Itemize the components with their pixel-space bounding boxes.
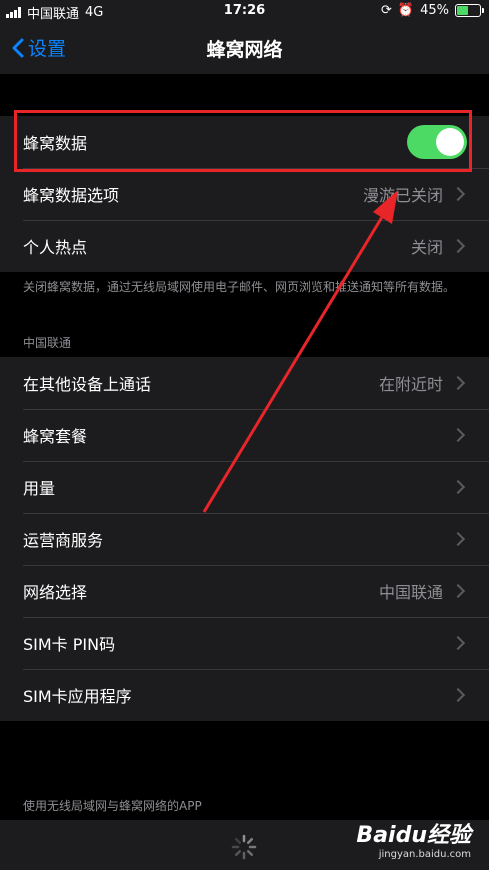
hotspot-status: 关闭 bbox=[410, 238, 443, 257]
battery-icon bbox=[455, 4, 484, 17]
cellular-group: 蜂窝数据 蜂窝数据选项 漫游已关闭 个人热点 关闭 bbox=[0, 116, 489, 272]
status-bar: 中国联通 4G 17:26 ⟳ ⏰ 45% bbox=[0, 0, 489, 22]
toggle-knob bbox=[436, 128, 464, 156]
row-label: 运营商服务 bbox=[23, 531, 104, 550]
watermark-url: jingyan.baidu.com bbox=[378, 849, 471, 860]
baidu-watermark: Baidu经验 jingyan.baidu.com bbox=[356, 817, 471, 860]
carrier-group: 在其他设备上通话 在附近时 蜂窝套餐 用量 运营商服务 网络选择 中国联通 SI… bbox=[0, 357, 489, 721]
chevron-right-icon bbox=[450, 687, 466, 703]
cellular-plan-row[interactable]: 蜂窝套餐 bbox=[0, 409, 489, 461]
orientation-lock-icon: ⟳ bbox=[381, 3, 392, 18]
chevron-right-icon bbox=[450, 375, 466, 391]
row-value: 中国联通 bbox=[378, 583, 443, 602]
chevron-right-icon bbox=[450, 427, 466, 443]
sim-applications-row[interactable]: SIM卡应用程序 bbox=[0, 669, 489, 721]
roaming-status: 漫游已关闭 bbox=[362, 186, 443, 205]
cellular-data-toggle[interactable] bbox=[407, 125, 467, 159]
row-label: 在其他设备上通话 bbox=[23, 375, 152, 394]
watermark-brand: Baidu经验 bbox=[356, 823, 471, 848]
chevron-right-icon bbox=[450, 238, 466, 254]
loading-spinner-icon bbox=[231, 834, 257, 860]
chevron-right-icon bbox=[450, 531, 466, 547]
usage-row[interactable]: 用量 bbox=[0, 461, 489, 513]
cellular-data-row: 蜂窝数据 bbox=[0, 116, 489, 168]
row-label: 蜂窝套餐 bbox=[23, 427, 88, 446]
network-selection-row[interactable]: 网络选择 中国联通 bbox=[0, 565, 489, 617]
page-title: 蜂窝网络 bbox=[206, 39, 283, 61]
row-label: 网络选择 bbox=[23, 583, 88, 602]
nav-bar: 设置 蜂窝网络 bbox=[0, 22, 489, 74]
status-right: ⟳ ⏰ 45% bbox=[381, 3, 484, 18]
carrier-services-row[interactable]: 运营商服务 bbox=[0, 513, 489, 565]
chevron-right-icon bbox=[450, 583, 466, 599]
cellular-data-options-label: 蜂窝数据选项 bbox=[23, 186, 120, 205]
row-label: SIM卡 PIN码 bbox=[23, 635, 116, 654]
cellular-data-footer: 关闭蜂窝数据，通过无线局域网使用电子邮件、网页浏览和推送通知等所有数据。 bbox=[23, 280, 456, 294]
chevron-right-icon bbox=[450, 635, 466, 651]
chevron-right-icon bbox=[450, 479, 466, 495]
battery-percent: 45% bbox=[420, 3, 449, 18]
row-label: SIM卡应用程序 bbox=[23, 687, 132, 706]
row-value: 在附近时 bbox=[378, 375, 443, 394]
calls-other-devices-row[interactable]: 在其他设备上通话 在附近时 bbox=[0, 357, 489, 409]
personal-hotspot-row[interactable]: 个人热点 关闭 bbox=[0, 220, 489, 272]
chevron-right-icon bbox=[450, 186, 466, 202]
row-label: 用量 bbox=[23, 479, 56, 498]
section-header-carrier: 中国联通 bbox=[23, 336, 72, 350]
cellular-data-label: 蜂窝数据 bbox=[23, 134, 88, 153]
sim-pin-row[interactable]: SIM卡 PIN码 bbox=[0, 617, 489, 669]
section-header-apps: 使用无线局域网与蜂窝网络的APP bbox=[23, 799, 202, 813]
alarm-icon: ⏰ bbox=[397, 3, 415, 18]
personal-hotspot-label: 个人热点 bbox=[23, 238, 88, 257]
cellular-data-options-row[interactable]: 蜂窝数据选项 漫游已关闭 bbox=[0, 168, 489, 220]
